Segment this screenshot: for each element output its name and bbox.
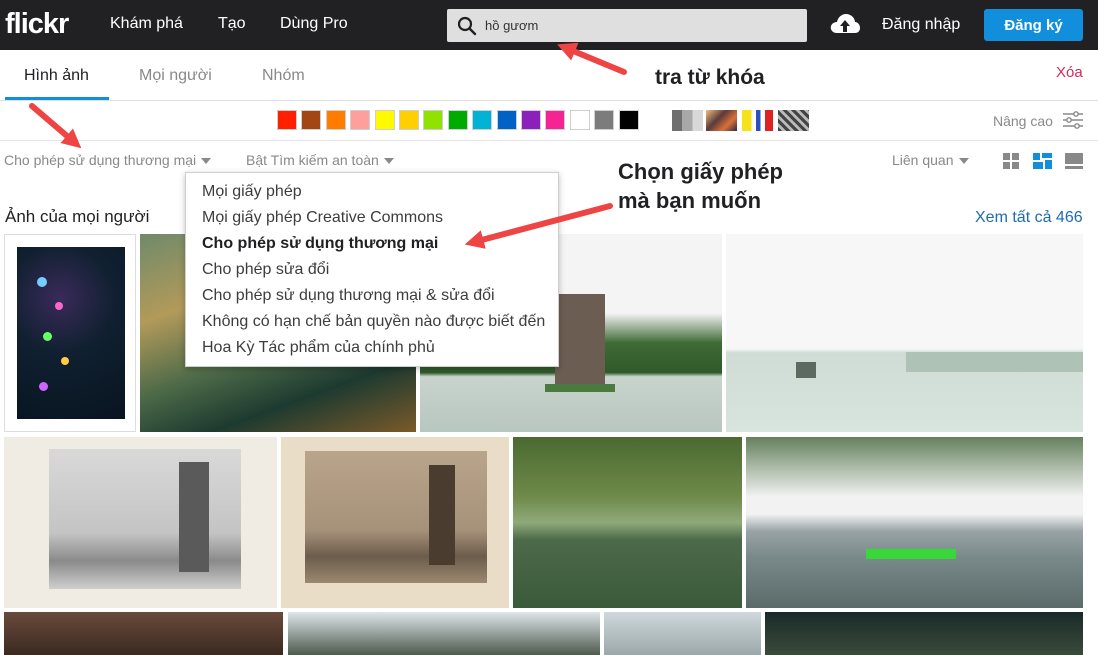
flickr-logo[interactable]: flickr	[5, 8, 69, 41]
search-input[interactable]	[485, 9, 795, 42]
license-annotation-line: Chọn giấy phép	[618, 159, 783, 184]
color-swatch[interactable]	[399, 110, 419, 130]
photo-tile[interactable]	[288, 612, 600, 655]
license-filter-dropdown[interactable]: Cho phép sử dụng thương mại	[4, 152, 212, 168]
black-and-white-style-swatch[interactable]	[672, 110, 703, 131]
grid-view-icon[interactable]	[1003, 153, 1019, 169]
photo-tile[interactable]	[4, 234, 136, 432]
color-swatch[interactable]	[326, 110, 346, 130]
search-annotation-text: tra từ khóa	[655, 66, 765, 89]
shallow-depth-style-swatch[interactable]	[706, 110, 737, 131]
patterns-style-swatch[interactable]	[778, 110, 809, 131]
color-swatch[interactable]	[497, 110, 517, 130]
safesearch-label: Bật Tìm kiếm an toàn	[246, 152, 379, 168]
color-swatch[interactable]	[521, 110, 541, 130]
photo-tile[interactable]	[4, 612, 283, 655]
photo-tile[interactable]	[281, 437, 509, 608]
search-icon[interactable]	[457, 16, 477, 36]
tab-groups[interactable]: Nhóm	[262, 67, 305, 85]
license-dropdown-menu: Mọi giấy phép Mọi giấy phép Creative Com…	[185, 172, 559, 367]
color-swatch[interactable]	[545, 110, 565, 130]
photo-tile[interactable]	[513, 437, 742, 608]
license-option-commercial-and-modifications[interactable]: Cho phép sử dụng thương mại & sửa đổi	[202, 287, 495, 305]
photo-tile[interactable]	[604, 612, 761, 655]
clear-link[interactable]: Xóa	[1056, 64, 1083, 81]
nav-explore[interactable]: Khám phá	[110, 15, 183, 33]
photo-tile[interactable]	[726, 234, 1083, 432]
license-option-all[interactable]: Mọi giấy phép	[202, 183, 302, 201]
photo-tile[interactable]	[746, 437, 1083, 608]
license-option-no-known-restrictions[interactable]: Không có hạn chế bản quyền nào được biết…	[202, 313, 545, 331]
sliders-icon[interactable]	[1063, 111, 1083, 129]
color-swatch[interactable]	[594, 110, 614, 130]
photo-image	[17, 247, 125, 419]
tab-people[interactable]: Mọi người	[139, 67, 212, 85]
license-annotation-text: Chọn giấy phép mà bạn muốn	[618, 157, 783, 215]
detail-view-icon[interactable]	[1065, 153, 1083, 169]
see-all-link[interactable]: Xem tất cả 466	[975, 209, 1083, 227]
nav-create[interactable]: Tạo	[218, 15, 246, 33]
color-swatch[interactable]	[350, 110, 370, 130]
safesearch-dropdown[interactable]: Bật Tìm kiếm an toàn	[246, 152, 394, 168]
active-tab-indicator	[5, 97, 109, 100]
results-section-title: Ảnh của mọi người	[5, 207, 150, 226]
tab-photos[interactable]: Hình ảnh	[24, 67, 89, 85]
search-box	[447, 9, 807, 42]
color-swatch[interactable]	[277, 110, 297, 130]
cloud-upload-icon[interactable]	[829, 11, 861, 37]
color-swatch[interactable]	[570, 110, 590, 130]
sort-dropdown[interactable]: Liên quan	[892, 152, 969, 168]
color-swatch[interactable]	[301, 110, 321, 130]
chevron-down-icon	[201, 158, 212, 165]
search-tabs: Hình ảnh Mọi người Nhóm Xóa	[0, 50, 1098, 101]
photo-tile[interactable]	[765, 612, 1083, 655]
photo-tile[interactable]	[4, 437, 277, 608]
license-option-us-government-works[interactable]: Hoa Kỳ Tác phẩm của chính phủ	[202, 339, 435, 357]
justified-view-icon[interactable]	[1033, 153, 1052, 169]
color-swatch[interactable]	[448, 110, 468, 130]
license-option-modifications[interactable]: Cho phép sửa đổi	[202, 261, 329, 279]
color-filter-bar: Nâng cao	[0, 101, 1098, 141]
color-swatch[interactable]	[619, 110, 639, 130]
color-swatch[interactable]	[472, 110, 492, 130]
color-swatch[interactable]	[375, 110, 395, 130]
minimalist-style-swatch[interactable]	[742, 110, 773, 131]
login-link[interactable]: Đăng nhập	[882, 16, 960, 34]
nav-get-pro[interactable]: Dùng Pro	[280, 15, 348, 33]
license-option-creative-commons[interactable]: Mọi giấy phép Creative Commons	[202, 209, 443, 227]
top-navigation-bar: flickr Khám phá Tạo Dùng Pro Đăng nhập Đ…	[0, 0, 1098, 50]
license-option-commercial-use[interactable]: Cho phép sử dụng thương mại	[202, 235, 438, 253]
license-annotation-line: mà bạn muốn	[618, 188, 762, 213]
advanced-options-link[interactable]: Nâng cao	[993, 113, 1053, 129]
signup-button[interactable]: Đăng ký	[984, 9, 1083, 41]
chevron-down-icon	[958, 158, 969, 165]
color-swatch[interactable]	[423, 110, 443, 130]
chevron-down-icon	[383, 158, 394, 165]
sort-label: Liên quan	[892, 152, 954, 168]
license-filter-label: Cho phép sử dụng thương mại	[4, 152, 197, 168]
